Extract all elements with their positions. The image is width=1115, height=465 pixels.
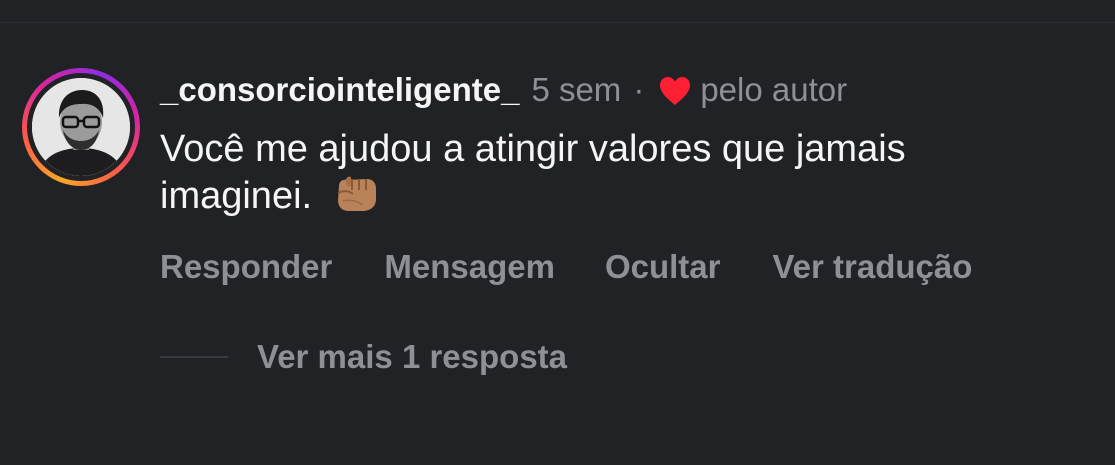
- comment-body: Você me ajudou a atingir valores que jam…: [160, 128, 906, 217]
- comment-header: _consorciointeligente_ 5 sem · pelo auto…: [160, 70, 847, 110]
- view-replies-row[interactable]: Ver mais 1 resposta: [160, 336, 567, 378]
- separator-dot: ·: [633, 71, 645, 108]
- comment: _consorciointeligente_ 5 sem · pelo auto…: [0, 0, 1115, 465]
- hide-button[interactable]: Ocultar: [605, 248, 721, 286]
- story-ring[interactable]: [22, 68, 140, 186]
- avatar-gap: [27, 73, 135, 181]
- liked-by-author-label: pelo autor: [700, 71, 848, 108]
- username[interactable]: _consorciointeligente_: [160, 71, 519, 109]
- comment-text: Você me ajudou a atingir valores que jam…: [160, 126, 1060, 219]
- heart-icon: [658, 75, 692, 107]
- profile-photo: [32, 78, 130, 176]
- replies-divider: [160, 356, 228, 358]
- avatar[interactable]: [32, 78, 130, 176]
- message-button[interactable]: Mensagem: [384, 248, 555, 286]
- fist-bump-emoji-icon: [333, 172, 379, 214]
- translate-button[interactable]: Ver tradução: [772, 248, 972, 286]
- timestamp: 5 sem: [531, 71, 622, 108]
- reply-button[interactable]: Responder: [160, 248, 332, 286]
- view-more-replies-link[interactable]: Ver mais 1 resposta: [257, 338, 567, 376]
- comment-actions: Responder Mensagem Ocultar Ver tradução: [160, 246, 972, 288]
